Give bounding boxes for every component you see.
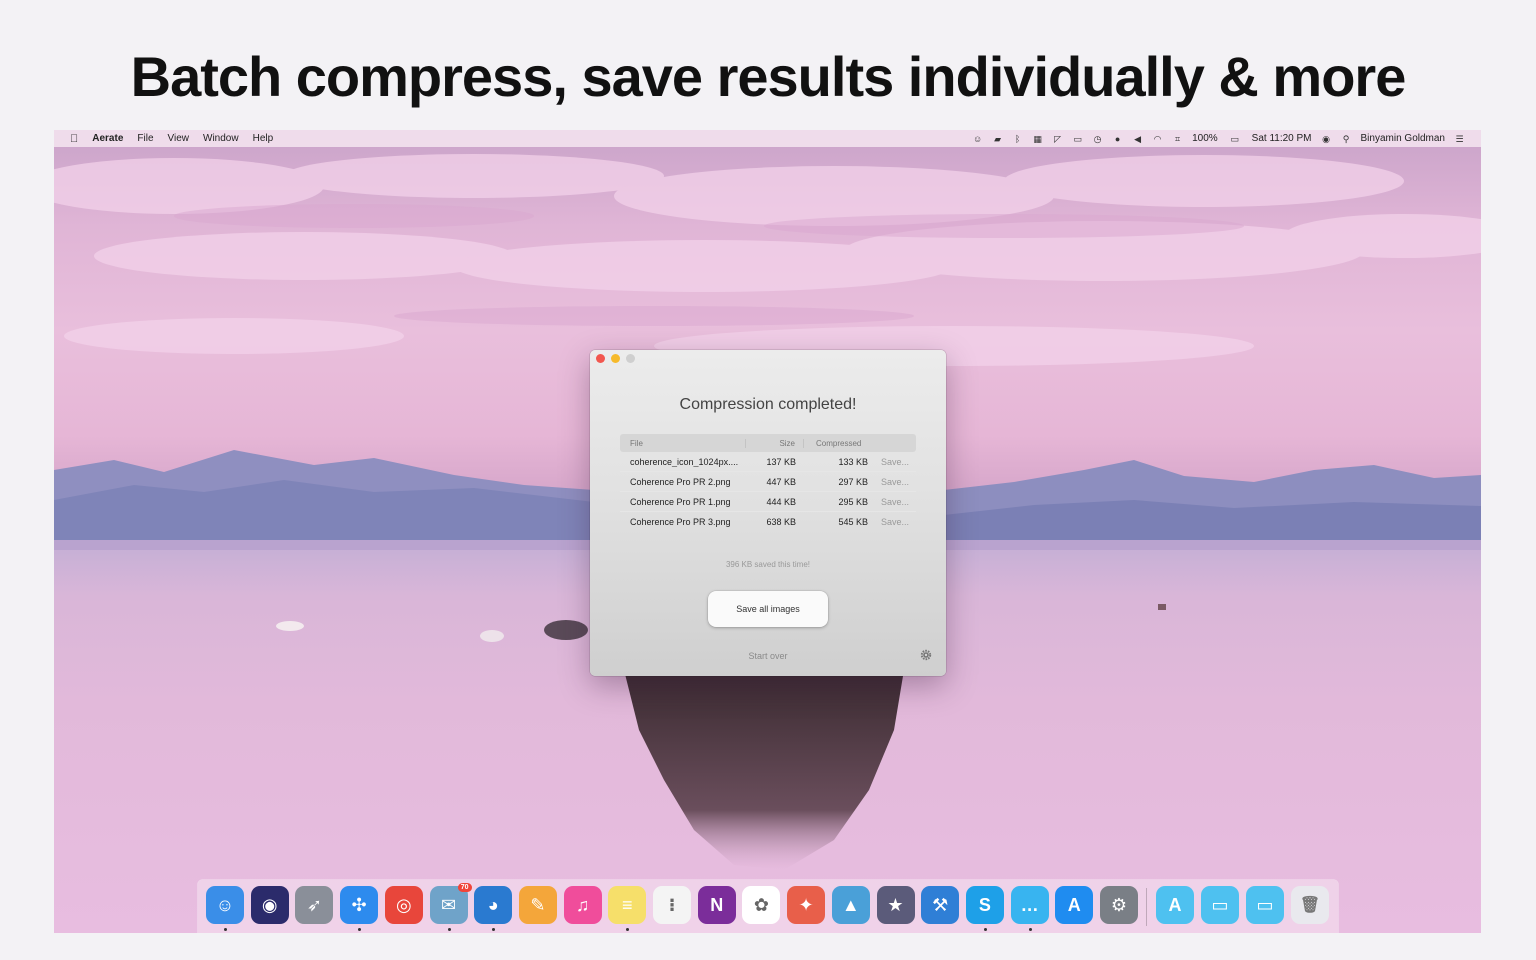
headline: Batch compress, save results individuall… — [130, 45, 1407, 108]
itunes-icon[interactable]: ♫ — [563, 886, 602, 924]
close-button[interactable] — [596, 354, 605, 363]
table-row: coherence_icon_1024px.... 137 KB 133 KB … — [620, 452, 916, 472]
notification-badge: 70 — [457, 883, 472, 892]
time-machine-icon[interactable]: ◷ — [1092, 134, 1103, 144]
siri-icon[interactable]: ◉ — [250, 886, 289, 924]
zoom-button[interactable] — [626, 354, 635, 363]
running-indicator — [1028, 928, 1032, 931]
column-header-size[interactable]: Size — [746, 438, 804, 448]
results-table: File Size Compressed coherence_icon_1024… — [620, 434, 916, 532]
aerate-window: Compression completed! File Size Compres… — [590, 350, 946, 676]
table-row: Coherence Pro PR 2.png 447 KB 297 KB Sav… — [620, 472, 916, 492]
menu-view[interactable]: View — [168, 133, 190, 144]
messages-icon[interactable]: … — [1010, 886, 1049, 924]
spotlight-search-icon[interactable]: ⚲ — [1341, 134, 1352, 144]
launchpad-icon[interactable]: ➶ — [295, 886, 334, 924]
row-save-button[interactable]: Save... — [868, 517, 912, 527]
table-row: Coherence Pro PR 3.png 638 KB 545 KB Sav… — [620, 512, 916, 532]
notification-center-icon[interactable]: ☰ — [1454, 134, 1465, 144]
wallpaper-reflection — [624, 670, 904, 870]
applications-folder-icon[interactable]: A — [1156, 886, 1194, 924]
menu-bar:  Aerate File View Window Help ☺ ▰ ᛒ ▦ ◸… — [54, 130, 1481, 147]
tweetbot-icon[interactable]: ◕ — [474, 886, 513, 924]
volume-icon[interactable]: ◀ — [1132, 134, 1143, 144]
pages-icon[interactable]: ✎ — [518, 886, 557, 924]
row-compressed-size: 295 KB — [838, 496, 868, 507]
saved-summary: 396 KB saved this time! — [725, 560, 811, 569]
skype-icon[interactable]: S — [965, 886, 1004, 924]
downloads-folder-icon[interactable]: ▭ — [1246, 886, 1284, 924]
row-size: 444 KB — [766, 496, 796, 507]
row-size: 447 KB — [766, 476, 796, 487]
dock-separator — [1146, 888, 1147, 926]
wifi-icon[interactable]: ◠ — [1152, 134, 1163, 144]
menu-clock[interactable]: Sat 11:20 PM — [1252, 133, 1312, 144]
pixelmator-icon[interactable]: ✦ — [787, 886, 826, 924]
row-save-button[interactable]: Save... — [868, 477, 912, 487]
siri-menu-icon[interactable]: ◉ — [1321, 134, 1332, 144]
minimize-button[interactable] — [611, 354, 620, 363]
table-header: File Size Compressed — [620, 434, 916, 452]
window-manager-icon[interactable]: ▦ — [1032, 134, 1043, 144]
menu-user[interactable]: Binyamin Goldman — [1361, 133, 1445, 144]
onenote-icon[interactable]: N — [697, 886, 736, 924]
reminders-icon[interactable]: ⁝ — [653, 886, 691, 924]
airplay-icon[interactable]: ▭ — [1072, 134, 1083, 144]
status-notification-icon[interactable]: ▰ — [992, 134, 1003, 144]
bluetooth-icon[interactable]: ᛒ — [1012, 134, 1023, 144]
row-file-name: coherence_icon_1024px.... — [630, 456, 739, 467]
system-preferences-icon[interactable]: ⚙ — [1100, 886, 1138, 924]
row-size: 638 KB — [766, 517, 796, 527]
row-save-button[interactable]: Save... — [868, 497, 912, 507]
running-indicator — [224, 928, 227, 931]
app-store-icon[interactable]: A — [1055, 886, 1094, 924]
start-over-link[interactable]: Start over — [590, 651, 946, 661]
running-indicator — [358, 928, 362, 931]
preview-icon[interactable]: ✉ 70 — [429, 883, 472, 924]
running-indicator — [626, 928, 630, 931]
screenshot-icon[interactable]: ◸ — [1052, 134, 1063, 144]
window-title: Compression completed! — [679, 396, 857, 413]
photos-icon[interactable]: ✿ — [742, 886, 781, 924]
menu-window[interactable]: Window — [203, 133, 239, 144]
menu-file[interactable]: File — [137, 133, 153, 144]
column-header-compressed[interactable]: Compressed — [804, 439, 864, 448]
row-compressed-size: 133 KB — [838, 456, 868, 467]
row-file-name: Coherence Pro PR 3.png — [630, 517, 731, 527]
trash-icon[interactable]: 🗑 — [1291, 886, 1329, 924]
status-smiley-icon[interactable]: ☺ — [972, 134, 983, 144]
column-header-file[interactable]: File — [620, 438, 746, 448]
input-icon[interactable]: ⌗ — [1172, 134, 1183, 144]
row-file-name: Coherence Pro PR 1.png — [630, 496, 731, 507]
documents-folder-icon[interactable]: ▭ — [1201, 886, 1239, 924]
apple-menu-icon[interactable]:  — [70, 133, 78, 145]
menu-app-name[interactable]: Aerate — [92, 133, 123, 144]
preview-image-icon[interactable]: ▲ — [831, 886, 870, 924]
desktop-screen:  Aerate File View Window Help ☺ ▰ ᛒ ▦ ◸… — [54, 130, 1481, 933]
save-all-images-button[interactable]: Save all images — [708, 591, 828, 627]
table-row: Coherence Pro PR 1.png 444 KB 295 KB Sav… — [620, 492, 916, 512]
vpn-icon[interactable]: ● — [1112, 134, 1123, 144]
menu-help[interactable]: Help — [253, 133, 274, 144]
running-indicator — [492, 928, 496, 931]
imovie-icon[interactable]: ★ — [876, 886, 915, 924]
battery-icon[interactable]: ▭ — [1227, 134, 1243, 144]
battery-percent[interactable]: 100% — [1192, 133, 1218, 144]
row-compressed-size: 297 KB — [838, 476, 868, 487]
chrome-icon[interactable]: ◎ — [384, 886, 423, 924]
row-save-button[interactable]: Save... — [868, 457, 912, 467]
running-indicator — [983, 928, 987, 931]
xcode-icon[interactable]: ⚒ — [921, 886, 960, 924]
row-size: 137 KB — [766, 456, 796, 467]
settings-gear-icon[interactable] — [920, 649, 932, 661]
dock: ☺ ◉ ➶ ✣ ◎ ✉ 70 ◕ ✎ ♫ ≡ ⁝ N ✿ ✦ ▲ ★ ⚒ S… A ⚙ A ▭ ▭ 🗑 — [198, 880, 1338, 933]
finder-icon[interactable]: ☺ — [206, 886, 244, 924]
notes-icon[interactable]: ≡ — [608, 886, 647, 924]
running-indicator — [447, 928, 451, 931]
row-compressed-size: 545 KB — [838, 517, 868, 527]
row-file-name: Coherence Pro PR 2.png — [630, 476, 731, 487]
window-controls — [596, 354, 635, 363]
safari-icon[interactable]: ✣ — [340, 886, 379, 924]
